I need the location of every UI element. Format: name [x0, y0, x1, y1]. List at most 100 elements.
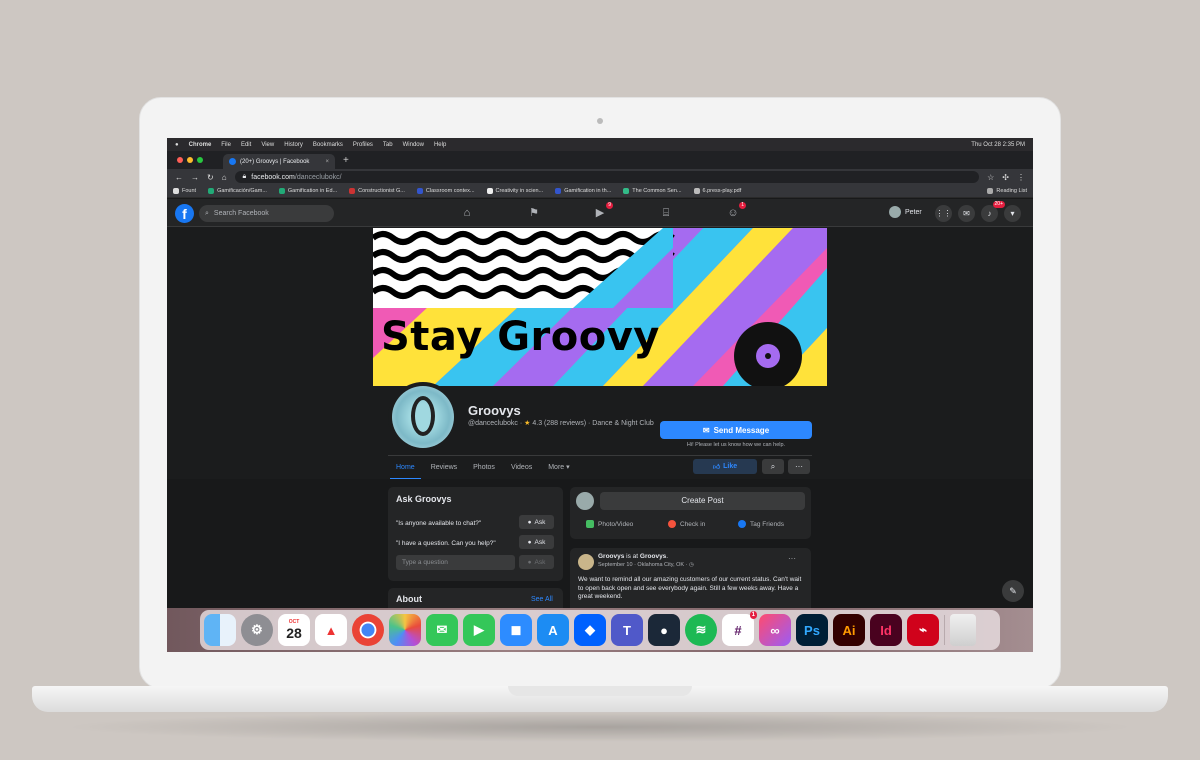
new-tab-button[interactable]: + [343, 155, 349, 166]
account-chevron-down-icon[interactable]: ▾ [1004, 205, 1021, 222]
laptop-shadow [60, 712, 1140, 742]
profile-button[interactable]: Peter [889, 206, 922, 218]
indesign-icon[interactable]: Id [870, 614, 902, 646]
menu-edit[interactable]: Edit [241, 142, 251, 148]
page-handle[interactable]: @danceclubokc · [468, 420, 524, 427]
app-menu[interactable]: Chrome [189, 142, 212, 148]
send-message-button[interactable]: ✉ Send Message [660, 421, 812, 439]
bookmark-item[interactable]: The Common Sen... [623, 188, 682, 194]
zoom-icon[interactable]: ◼ [500, 614, 532, 646]
close-window-button[interactable] [177, 157, 183, 163]
ask-question-2: "I have a question. Can you help?" [396, 540, 496, 547]
messenger-icon[interactable]: ✉ [958, 205, 975, 222]
watch-video-icon[interactable]: ▶ 9 [593, 202, 613, 220]
system-preferences-icon[interactable]: ⚙ [241, 614, 273, 646]
bookmark-item[interactable]: Fount [173, 188, 196, 194]
apple-menu-icon[interactable]: ● [175, 142, 179, 148]
ask-button-2[interactable]: ● Ask [519, 535, 554, 549]
minimize-window-button[interactable] [187, 157, 193, 163]
slack-icon[interactable]: #1 [722, 611, 757, 646]
bookmark-item[interactable]: Gamification in Ed... [278, 188, 337, 194]
finder-icon[interactable] [204, 614, 236, 646]
tab-videos[interactable]: Videos [503, 456, 540, 480]
photos-icon[interactable] [389, 614, 421, 646]
create-post-button[interactable]: Create Post [600, 492, 805, 510]
page-rating[interactable]: 4.3 (288 reviews) · Dance & Night Club [532, 420, 653, 427]
forward-icon[interactable]: → [191, 173, 199, 182]
ask-button-1[interactable]: ● Ask [519, 515, 554, 529]
acrobat-icon[interactable]: ⌁ [907, 614, 939, 646]
address-bar[interactable]: 🔒︎ facebook.com/danceclubokc/ [234, 171, 980, 183]
browser-tab-active[interactable]: (20+) Groovys | Facebook × [223, 154, 335, 169]
macos-menu-bar: ● Chrome File Edit View History Bookmark… [167, 138, 1033, 151]
pdf-expert-icon[interactable]: ▲ [315, 614, 347, 646]
menu-file[interactable]: File [221, 142, 231, 148]
reload-icon[interactable]: ↻ [207, 173, 214, 182]
dropbox-icon[interactable]: ◆ [574, 614, 606, 646]
tab-close-icon[interactable]: × [325, 159, 329, 165]
chrome-icon[interactable] [352, 614, 384, 646]
home-nav-icon[interactable]: ⌂ [460, 206, 474, 220]
menu-bookmarks[interactable]: Bookmarks [313, 142, 343, 148]
spotify-icon[interactable]: ≋ [685, 614, 717, 646]
thumbs-up-icon: 👍︎ [712, 464, 721, 471]
menu-help[interactable]: Help [434, 142, 446, 148]
facebook-logo[interactable]: f [175, 204, 194, 223]
page-search-button[interactable]: ⌕ [762, 459, 784, 474]
extensions-icon[interactable]: ✣ [1002, 173, 1009, 182]
browser-menu-icon[interactable]: ⋮ [1017, 173, 1025, 182]
marketplace-icon[interactable]: ⌸ [659, 206, 673, 220]
menu-grid-icon[interactable]: ⋮⋮ [935, 205, 952, 222]
home-icon[interactable]: ⌂ [222, 173, 227, 182]
menu-profiles[interactable]: Profiles [353, 142, 373, 148]
tab-home[interactable]: Home [388, 456, 423, 480]
tab-reviews[interactable]: Reviews [423, 456, 465, 480]
back-icon[interactable]: ← [175, 173, 183, 182]
menu-view[interactable]: View [261, 142, 274, 148]
illustrator-icon[interactable]: Ai [833, 614, 865, 646]
messages-icon[interactable]: ✉ [426, 614, 458, 646]
bookmark-star-icon[interactable]: ☆ [987, 173, 994, 182]
tab-more[interactable]: More ▾ [540, 456, 577, 480]
notifications-bell-icon[interactable]: ♪ 20+ [981, 201, 1005, 222]
bookmark-item[interactable]: Creativity in scien... [486, 188, 543, 194]
calendar-icon[interactable]: OCT 28 [278, 614, 310, 646]
ask-button-custom[interactable]: ● Ask [519, 555, 554, 569]
bookmark-item[interactable]: Gamificación/Gam... [208, 188, 267, 194]
photo-video-button[interactable]: Photo/Video [586, 520, 633, 528]
trash-icon[interactable] [950, 614, 976, 646]
reading-list[interactable]: Reading List [987, 188, 1027, 194]
page-more-button[interactable]: ··· [788, 459, 810, 474]
creative-cloud-icon[interactable]: ∞ [759, 614, 791, 646]
bookmark-item[interactable]: 6.press-play.pdf [693, 188, 741, 194]
tag-friends-button[interactable]: Tag Friends [738, 520, 784, 528]
bookmark-item[interactable]: Constructionist G... [349, 188, 405, 194]
menu-history[interactable]: History [284, 142, 303, 148]
photoshop-icon[interactable]: Ps [796, 614, 828, 646]
search-input[interactable]: ⌕ Search Facebook [199, 205, 334, 222]
ask-question-input[interactable]: Type a question [396, 555, 515, 570]
check-in-button[interactable]: Check in [668, 520, 705, 528]
zoom-window-button[interactable] [197, 157, 203, 163]
tab-photos[interactable]: Photos [465, 456, 503, 480]
facetime-icon[interactable]: ▶ [463, 614, 495, 646]
pages-flag-icon[interactable]: ⚑ [527, 206, 541, 220]
app-store-icon[interactable]: A [537, 614, 569, 646]
bookmark-item[interactable]: Gamification in th... [555, 188, 611, 194]
post-place[interactable]: Groovys [640, 553, 666, 560]
post-author[interactable]: Groovys [598, 553, 624, 560]
teams-icon[interactable]: T [611, 614, 643, 646]
page-avatar[interactable] [388, 382, 458, 452]
post-more-button[interactable]: ··· [788, 554, 796, 563]
steam-icon[interactable]: ● [648, 614, 680, 646]
cover-photo[interactable]: Stay Groovy [373, 228, 827, 386]
like-button[interactable]: 👍︎ Like [693, 459, 757, 474]
groups-icon[interactable]: ☺ 1 [726, 202, 746, 220]
menu-clock[interactable]: Thu Oct 28 2:35 PM [971, 142, 1025, 148]
new-message-compose-icon[interactable]: ✎ [1002, 580, 1024, 602]
menu-tab[interactable]: Tab [383, 142, 393, 148]
bookmark-item[interactable]: Classroom contex... [416, 188, 475, 194]
send-message-hint: Hi! Please let us know how we can help. [686, 442, 786, 448]
menu-window[interactable]: Window [403, 142, 424, 148]
see-all-link[interactable]: See All [531, 596, 553, 603]
